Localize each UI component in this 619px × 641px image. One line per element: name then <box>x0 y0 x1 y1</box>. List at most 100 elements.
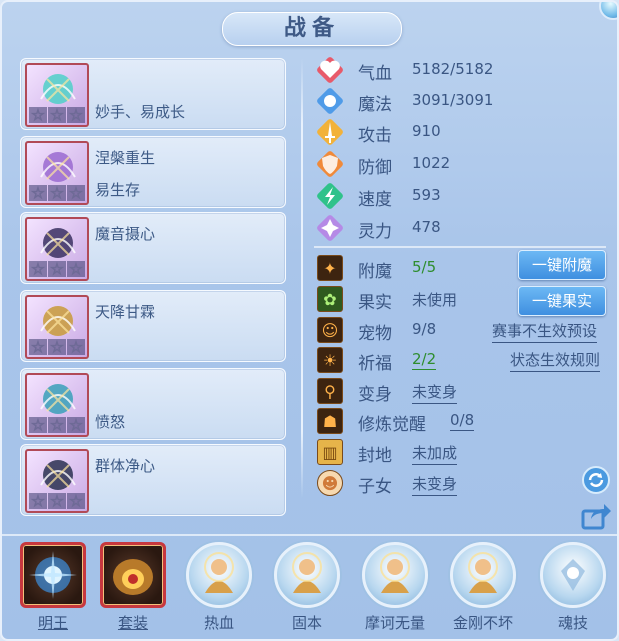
one-click-fruit-button[interactable]: 一键果实 <box>518 286 606 316</box>
cultivation-icon: ☗ <box>316 407 344 435</box>
star-icon: ☆ <box>67 493 85 510</box>
attribute-label: 攻击 <box>358 126 392 146</box>
attribute-label: 气血 <box>358 64 392 84</box>
star-icon: ☆ <box>48 339 66 356</box>
skill-name-1: 天降甘霖 <box>95 303 156 321</box>
status-value[interactable]: 2/2 <box>412 350 437 370</box>
mohe-monk-icon[interactable] <box>362 542 428 608</box>
status-value[interactable]: 0/8 <box>450 411 475 431</box>
column-divider <box>301 58 303 498</box>
refresh-button[interactable] <box>580 464 612 496</box>
bottom-slot[interactable]: 热血 <box>184 542 254 638</box>
mingwang-orb-icon[interactable] <box>20 542 86 608</box>
bottom-slot[interactable]: 摩诃无量 <box>360 542 430 638</box>
soul-skill-icon[interactable] <box>540 542 606 608</box>
bottom-slot-label: 金刚不坏 <box>452 614 513 632</box>
star-icon: ☆ <box>29 107 47 124</box>
skill-slot[interactable]: ☆ ☆ ☆ 天降甘霖 <box>20 290 286 362</box>
mana-icon <box>316 87 344 115</box>
status-label: 果实 <box>358 293 392 313</box>
star-icon: ☆ <box>48 417 66 434</box>
skill-slot[interactable]: ☆ ☆ ☆ 妙手、易成长 <box>20 58 286 130</box>
attribute-value: 3091/3091 <box>412 91 494 109</box>
status-label: 附魔 <box>358 262 392 282</box>
status-value[interactable]: 未加成 <box>412 442 458 465</box>
star-icon: ☆ <box>29 261 47 278</box>
pet-icon: ☺ <box>316 316 344 344</box>
skill-slot[interactable]: ☆ ☆ ☆ 魔音摄心 <box>20 212 286 284</box>
attribute-label: 灵力 <box>358 222 392 242</box>
attribute-row: 防御 1022 <box>316 150 606 178</box>
purify-skill-icon[interactable]: ☆ ☆ ☆ <box>25 449 89 513</box>
star-rating: ☆ ☆ ☆ <box>29 493 87 510</box>
refresh-icon <box>582 466 610 494</box>
bottom-slot[interactable]: 套装 <box>98 542 168 638</box>
suit-armor-icon[interactable] <box>100 542 166 608</box>
star-rating: ☆ ☆ ☆ <box>29 261 87 278</box>
bottom-slot-label: 热血 <box>203 614 234 632</box>
bottom-slot[interactable]: 金刚不坏 <box>448 542 518 638</box>
status-value: 未使用 <box>412 291 458 309</box>
blessing-icon: ☀ <box>316 346 344 374</box>
status-label: 封地 <box>358 446 392 466</box>
jingang-monk-icon[interactable] <box>450 542 516 608</box>
attribute-value: 910 <box>412 122 441 140</box>
bottom-slot-label: 魂技 <box>557 614 588 632</box>
skill-slot[interactable]: ☆ ☆ ☆ 涅槃重生 易生存 <box>20 136 286 208</box>
fief-icon: ▥ <box>316 438 344 466</box>
event-preset-link[interactable]: 赛事不生效预设 <box>492 320 598 343</box>
guben-monk-icon[interactable] <box>274 542 340 608</box>
skill-slot[interactable]: ☆ ☆ ☆ 群体净心 <box>20 444 286 516</box>
phoenix-rebirth-skill-icon[interactable]: ☆ ☆ ☆ <box>25 141 89 205</box>
star-rating: ☆ ☆ ☆ <box>29 417 87 434</box>
hot-blood-monk-icon[interactable] <box>186 542 252 608</box>
bottom-slot-label: 明王 <box>37 614 68 632</box>
bottom-slot[interactable]: 固本 <box>272 542 342 638</box>
status-value[interactable]: 未变身 <box>412 381 458 404</box>
heart-icon <box>316 56 344 84</box>
panel-title: 战备 <box>222 12 402 46</box>
star-icon: ☆ <box>67 107 85 124</box>
sword-icon <box>316 118 344 146</box>
flame-wings-skill-icon[interactable]: ☆ ☆ ☆ <box>25 63 89 127</box>
attribute-value: 5182/5182 <box>412 60 494 78</box>
status-label: 祈福 <box>358 354 392 374</box>
rain-chain-skill-icon[interactable]: ☆ ☆ ☆ <box>25 295 89 359</box>
star-icon: ☆ <box>67 185 85 202</box>
star-icon: ☆ <box>67 261 85 278</box>
attribute-label: 防御 <box>358 158 392 178</box>
stats-divider <box>314 246 606 248</box>
fury-ring-skill-icon[interactable]: ☆ ☆ ☆ <box>25 373 89 437</box>
skill-name-2: 妙手、易成长 <box>95 103 186 121</box>
speed-icon <box>316 182 344 210</box>
status-label: 子女 <box>358 477 392 497</box>
status-rules-link[interactable]: 状态生效规则 <box>510 349 601 372</box>
status-value: 9/8 <box>412 320 437 338</box>
attribute-value: 1022 <box>412 154 451 172</box>
attribute-row: 灵力 478 <box>316 214 606 242</box>
attribute-value: 593 <box>412 186 441 204</box>
skill-name-2: 易生存 <box>95 181 141 199</box>
status-label: 变身 <box>358 385 392 405</box>
star-rating: ☆ ☆ ☆ <box>29 185 87 202</box>
shield-icon <box>316 150 344 178</box>
star-rating: ☆ ☆ ☆ <box>29 107 87 124</box>
bottom-slot[interactable]: 魂技 <box>538 542 608 638</box>
demon-sound-skill-icon[interactable]: ☆ ☆ ☆ <box>25 217 89 281</box>
star-icon: ☆ <box>48 185 66 202</box>
status-value[interactable]: 未变身 <box>412 473 458 496</box>
bottom-slot-label: 套装 <box>117 614 148 632</box>
share-button[interactable] <box>580 500 612 532</box>
star-icon: ☆ <box>48 107 66 124</box>
skill-name-2: 愤怒 <box>95 413 126 431</box>
fruit-icon: ✿ <box>316 285 344 313</box>
one-click-enchant-button[interactable]: 一键附魔 <box>518 250 606 280</box>
skill-name-1: 群体净心 <box>95 457 156 475</box>
star-icon: ☆ <box>29 493 47 510</box>
attribute-row: 速度 593 <box>316 182 606 210</box>
share-icon <box>581 504 611 530</box>
bottom-slot[interactable]: 明王 <box>18 542 88 638</box>
bottom-slot-label: 固本 <box>291 614 322 632</box>
star-rating: ☆ ☆ ☆ <box>29 339 87 356</box>
skill-slot[interactable]: ☆ ☆ ☆ 愤怒 <box>20 368 286 440</box>
